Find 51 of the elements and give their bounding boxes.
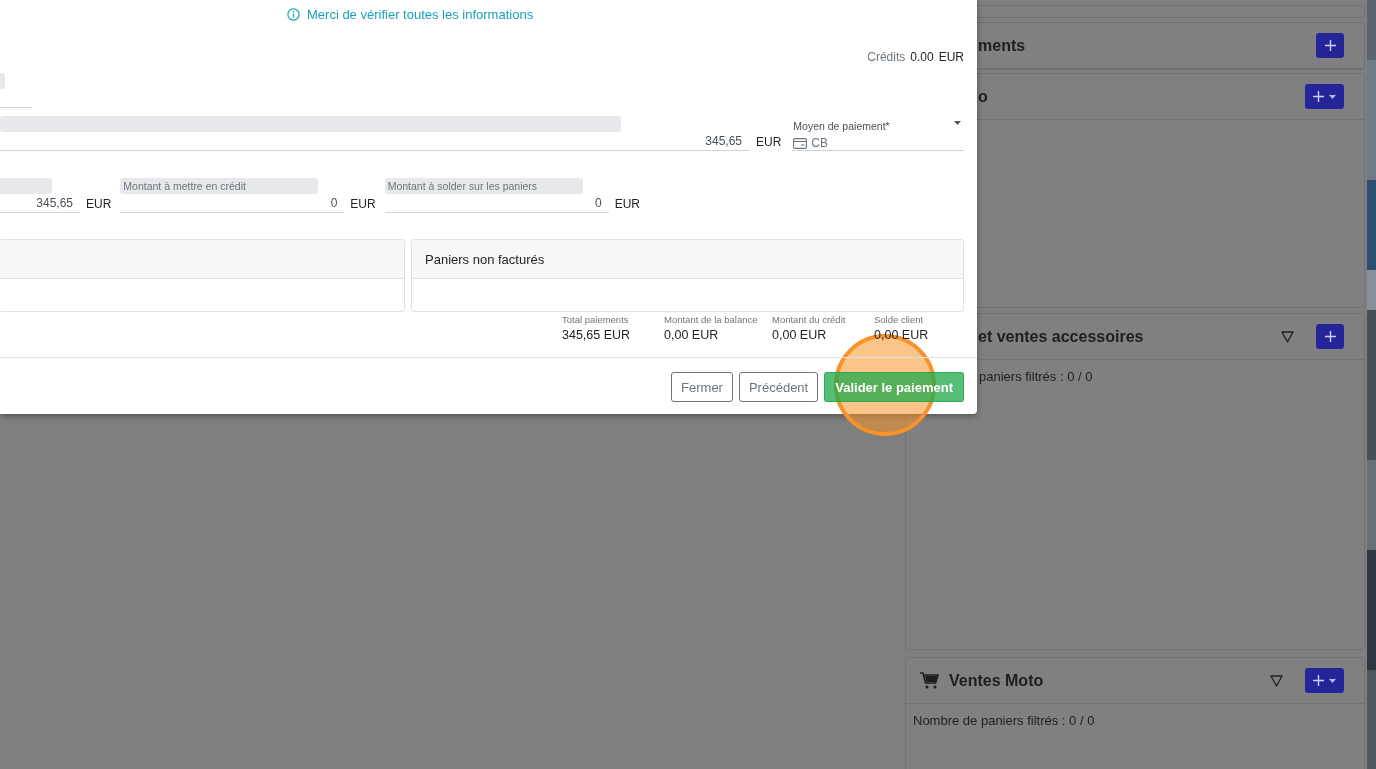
total-value: 0,00 EUR <box>772 328 828 342</box>
total-label: Solde client <box>874 314 925 325</box>
add-button[interactable] <box>1316 324 1344 349</box>
currency-label: EUR <box>350 196 376 213</box>
select-label: Moyen de paiement* <box>793 120 890 132</box>
currency-label: EUR <box>614 196 641 213</box>
filter-icon[interactable] <box>1270 674 1283 687</box>
currency-label: EUR <box>938 50 964 64</box>
total-label: Montant du crédit <box>772 314 847 325</box>
add-menu-button[interactable] <box>1305 84 1344 109</box>
secondary-button[interactable]: Précédent <box>738 372 819 402</box>
total-label: Total paiements <box>562 314 630 325</box>
field-label: Montant à mettre en crédit <box>120 178 319 194</box>
currency-label: EUR <box>86 196 112 213</box>
info-message: Merci de vérifier toutes les informations <box>307 7 534 22</box>
select-value: CB <box>811 136 828 150</box>
plus-icon <box>1324 331 1336 342</box>
secondary-button[interactable]: Fermer <box>671 372 733 402</box>
label-placeholder <box>0 178 52 194</box>
filter-icon[interactable] <box>1281 330 1294 343</box>
credits-value: 0.00 <box>910 50 934 64</box>
amount-field[interactable]: 345,65 <box>0 194 80 213</box>
card-title: Paniers non facturés <box>425 251 545 267</box>
payment-method-select[interactable]: Moyen de paiement* CB <box>792 116 964 151</box>
caret-icon <box>1329 94 1336 99</box>
plus-icon <box>1313 675 1324 686</box>
total-value: 345,65 EUR <box>562 328 632 342</box>
filter-count: paniers filtrés : 0 / 0 <box>979 369 1093 384</box>
field-label: Montant à solder sur les paniers <box>384 178 583 194</box>
amount-field[interactable]: 0 <box>120 194 345 213</box>
panel-title: et ventes accessoires <box>978 327 1144 346</box>
filter-count: Nombre de paniers filtrés : 0 / 0 <box>913 713 1095 728</box>
amount-field[interactable]: 0 <box>384 194 609 213</box>
currency-label: EUR <box>756 134 782 151</box>
add-button[interactable] <box>1316 33 1344 58</box>
caret-icon <box>954 121 961 125</box>
label-placeholder <box>0 73 5 89</box>
panel-title: ments <box>978 36 1026 55</box>
credits-label: Crédits <box>867 50 906 64</box>
plus-icon <box>1324 40 1336 51</box>
plus-icon <box>1313 91 1324 102</box>
total-value: 0,00 EUR <box>664 328 720 342</box>
total-label: Montant de la balance <box>664 314 759 325</box>
info-icon <box>287 8 300 21</box>
amount-field[interactable]: 345,65 <box>0 132 750 151</box>
card-icon <box>793 137 808 149</box>
panel-title: o <box>978 87 988 106</box>
caret-icon <box>1329 678 1336 683</box>
cart-icon <box>920 672 939 689</box>
panel-title: Ventes Moto <box>949 671 1044 690</box>
add-menu-button[interactable] <box>1305 668 1344 693</box>
